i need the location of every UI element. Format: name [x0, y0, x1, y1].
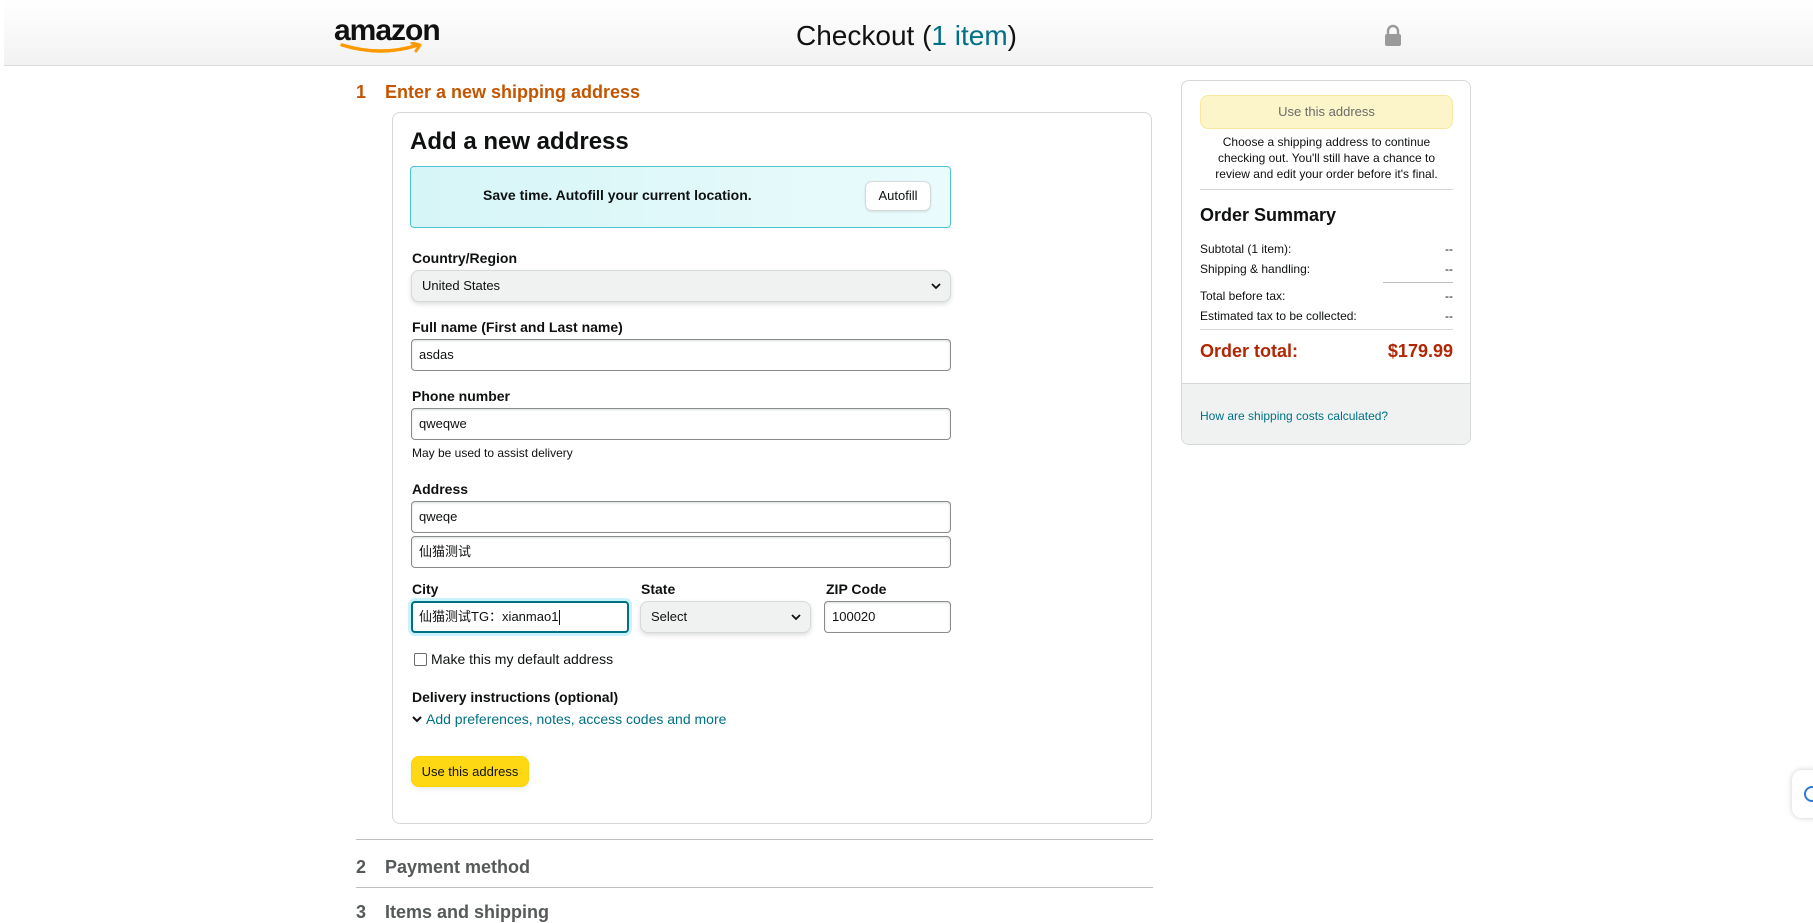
summary-footer: How are shipping costs calculated? — [1182, 383, 1470, 444]
feedback-icon — [1804, 786, 1813, 802]
step-3-title[interactable]: Items and shipping — [385, 902, 549, 923]
step-2-number: 2 — [356, 857, 367, 877]
phone-label: Phone number — [412, 388, 511, 404]
phone-helper-text: May be used to assist delivery — [412, 446, 573, 460]
autofill-button[interactable]: Autofill — [865, 181, 931, 211]
step-1-title: Enter a new shipping address — [385, 82, 641, 102]
shipping-costs-link[interactable]: How are shipping costs calculated? — [1200, 409, 1388, 423]
summary-row-value: -- — [1445, 242, 1453, 256]
summary-row-label: Subtotal (1 item): — [1200, 242, 1292, 256]
delivery-instructions-link[interactable]: Add preferences, notes, access codes and… — [411, 711, 726, 727]
step-1-number: 1 — [356, 82, 367, 102]
summary-use-address-button[interactable]: Use this address — [1200, 95, 1453, 129]
phone-input[interactable]: qweqwe — [411, 408, 951, 440]
checkout-title-text: Checkout ( — [796, 20, 932, 51]
text-caret — [559, 610, 561, 626]
summary-row-value: -- — [1445, 262, 1453, 276]
state-label: State — [641, 581, 676, 597]
summary-row-before-tax: Total before tax: -- — [1200, 289, 1453, 303]
step-divider — [356, 887, 1153, 888]
summary-row-label: Shipping & handling: — [1200, 262, 1311, 276]
autofill-banner: Save time. Autofill your current locatio… — [410, 166, 951, 228]
order-summary-title: Order Summary — [1200, 205, 1337, 225]
lock-icon — [1385, 24, 1401, 46]
summary-row-value: -- — [1445, 309, 1453, 323]
checkout-title: Checkout (1 item) — [0, 20, 1813, 52]
delivery-instructions-link-text: Add preferences, notes, access codes and… — [426, 711, 727, 727]
order-summary-panel: Use this address Choose a shipping addre… — [1181, 80, 1471, 445]
summary-row-shipping: Shipping & handling: -- — [1200, 262, 1453, 276]
use-this-address-button[interactable]: Use this address — [411, 756, 529, 787]
checkout-page: amazon Checkout (1 item) 1 Enter a new s… — [0, 0, 1813, 922]
chevron-down-icon — [791, 614, 801, 621]
summary-divider — [1200, 189, 1453, 190]
state-select[interactable]: Select — [640, 601, 811, 633]
summary-note: Choose a shipping address to continue ch… — [1215, 135, 1438, 181]
summary-total-divider — [1200, 329, 1453, 330]
summary-subtotal-line — [1383, 282, 1453, 283]
autofill-text: Save time. Autofill your current locatio… — [483, 187, 752, 203]
full-name-input[interactable]: asdas — [411, 339, 951, 371]
zip-label: ZIP Code — [826, 581, 887, 597]
feedback-widget[interactable] — [1792, 770, 1813, 818]
summary-row-subtotal: Subtotal (1 item): -- — [1200, 242, 1453, 256]
item-count-link[interactable]: 1 item — [931, 20, 1007, 51]
summary-row-tax: Estimated tax to be collected: -- — [1200, 309, 1453, 323]
city-label: City — [412, 581, 439, 597]
default-address-label[interactable]: Make this my default address — [431, 651, 613, 667]
country-value: United States — [422, 278, 501, 293]
city-value: 仙猫测试TG：xianmao1 — [419, 609, 559, 624]
summary-row-label: Estimated tax to be collected: — [1200, 309, 1357, 323]
address-line2-input[interactable]: 仙猫测试 — [411, 536, 951, 568]
step-3-number: 3 — [356, 902, 367, 922]
step-2-title[interactable]: Payment method — [385, 857, 530, 878]
city-input[interactable]: 仙猫测试TG：xianmao1 — [411, 601, 629, 633]
summary-row-value: -- — [1445, 289, 1453, 303]
country-label: Country/Region — [412, 250, 517, 266]
checkout-title-close: ) — [1007, 20, 1017, 51]
address-label: Address — [412, 481, 469, 497]
summary-row-label: Total before tax: — [1200, 289, 1286, 303]
country-select[interactable]: United States — [411, 270, 951, 302]
chevron-down-icon — [931, 283, 941, 290]
full-name-label: Full name (First and Last name) — [412, 319, 623, 335]
order-total-label: Order total: — [1200, 341, 1299, 361]
address-line1-input[interactable]: qweqe — [411, 501, 951, 533]
form-title: Add a new address — [410, 128, 629, 155]
zip-input[interactable]: 100020 — [824, 601, 951, 633]
order-total: Order total: $179.99 — [1200, 341, 1453, 362]
step-divider — [356, 839, 1153, 840]
default-address-checkbox[interactable] — [414, 653, 427, 666]
chevron-down-icon — [412, 716, 422, 723]
state-value: Select — [651, 609, 688, 624]
delivery-instructions-label: Delivery instructions (optional) — [412, 689, 619, 705]
order-total-value: $179.99 — [1387, 341, 1453, 361]
